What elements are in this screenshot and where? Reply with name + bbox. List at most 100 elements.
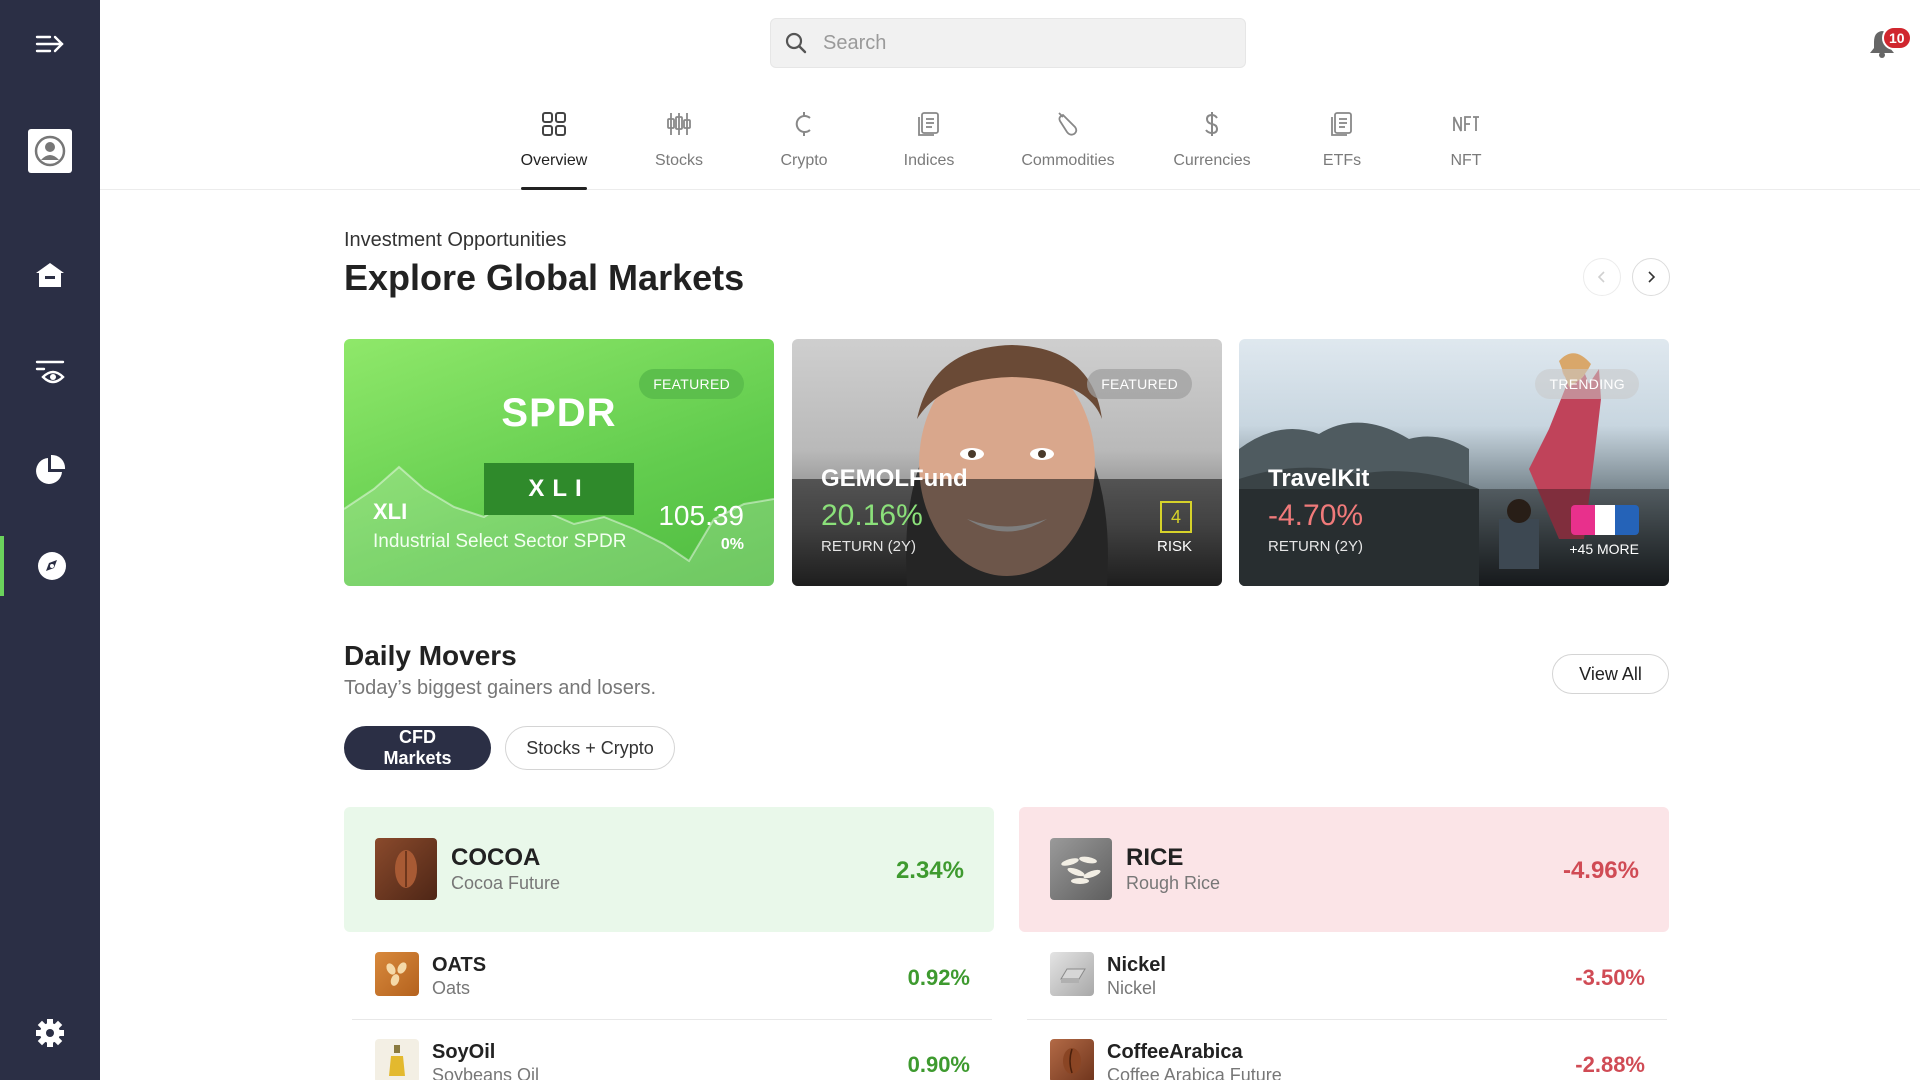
card-subtitle: Industrial Select Sector SPDR: [373, 531, 627, 552]
list-item[interactable]: CoffeeArabica Coffee Arabica Future -2.8…: [1027, 1019, 1667, 1080]
rice-thumbnail: [1050, 838, 1112, 900]
tab-nft[interactable]: NFT: [1411, 108, 1521, 190]
tab-label: Indices: [903, 152, 955, 169]
mover-name: Soybeans Oil: [432, 1065, 540, 1080]
home-button[interactable]: [0, 245, 100, 305]
compass-icon: [38, 552, 66, 580]
mover-change: 2.34%: [895, 857, 964, 884]
market-tabs: Overview Stocks Crypto Indices Commoditi…: [100, 100, 1920, 190]
notification-count-badge: 10: [1882, 26, 1912, 50]
grid-icon: [542, 112, 566, 136]
daily-movers-subtitle: Today’s biggest gainers and losers.: [344, 677, 657, 699]
card-price: 105.39: [658, 500, 744, 531]
tab-label: Currencies: [1173, 152, 1251, 169]
trending-card-travelkit[interactable]: TRENDING TravelKit -4.70% RETURN (2Y) +4…: [1239, 339, 1669, 586]
tab-crypto[interactable]: Crypto: [749, 108, 859, 190]
watchlist-button[interactable]: [0, 342, 100, 402]
view-all-button[interactable]: View All: [1552, 654, 1669, 694]
card-name: TravelKit: [1268, 465, 1370, 492]
mover-symbol: RICE: [1126, 844, 1184, 871]
cocoa-thumbnail: [375, 838, 437, 900]
chevron-right-icon: [1648, 271, 1656, 283]
tab-label: ETFs: [1322, 152, 1362, 169]
metal-bar-icon: [1060, 968, 1086, 983]
chevron-left-icon: [1597, 271, 1605, 283]
card-return-label: RETURN (2Y): [821, 538, 917, 555]
sidebar: [0, 0, 100, 1080]
tab-label: Overview: [520, 152, 588, 169]
nickel-thumbnail: [1050, 952, 1094, 996]
tab-indices[interactable]: Indices: [874, 108, 984, 190]
mover-name: Rough Rice: [1126, 873, 1221, 893]
user-icon: [34, 135, 66, 167]
mover-change: 0.90%: [907, 1052, 970, 1077]
tab-currencies[interactable]: Currencies: [1157, 108, 1267, 190]
portfolio-button[interactable]: [0, 440, 100, 500]
profile-button[interactable]: [0, 121, 100, 181]
list-item[interactable]: SoyOil Soybeans Oil 0.90%: [352, 1019, 992, 1080]
mover-name: Nickel: [1107, 978, 1157, 998]
mover-name: Oats: [432, 978, 471, 998]
tab-commodities[interactable]: Commodities: [1013, 108, 1123, 190]
top-gainer-card[interactable]: COCOA Cocoa Future 2.34%: [344, 807, 994, 932]
watchlist-eye-icon: [35, 360, 65, 384]
card-return: 20.16%: [821, 499, 923, 532]
oats-thumbnail: [375, 952, 419, 996]
featured-card-xli[interactable]: FEATURED SPDR XLI XLI Industrial Select …: [344, 339, 774, 586]
featured-card-gemolfund[interactable]: FEATURED GEMOLFund 20.16% RETURN (2Y) 4 …: [792, 339, 1222, 586]
candlestick-icon: [667, 113, 691, 135]
coffee-bean-icon: [1063, 1048, 1081, 1074]
card-name: GEMOLFund: [821, 465, 968, 492]
search-bar[interactable]: [770, 18, 1246, 68]
page-title: Explore Global Markets: [344, 257, 745, 298]
search-input[interactable]: [823, 31, 1223, 55]
card-symbol: XLI: [373, 499, 408, 524]
search-icon: [785, 32, 807, 54]
holdings-logos: [1571, 505, 1639, 535]
filter-stocks-crypto[interactable]: Stocks + Crypto: [505, 726, 675, 770]
settings-button[interactable]: [0, 1003, 100, 1063]
discover-button[interactable]: [0, 536, 100, 596]
top-loser-card[interactable]: RICE Rough Rice -4.96%: [1019, 807, 1669, 932]
mover-symbol: COCOA: [451, 844, 541, 871]
mover-change: -4.96%: [1562, 857, 1639, 884]
holding-logo: [1595, 505, 1615, 535]
home-icon: [36, 263, 64, 287]
expand-menu-button[interactable]: [0, 14, 100, 74]
oil-bottle-icon: [389, 1045, 405, 1076]
daily-movers-title: Daily Movers: [344, 640, 517, 671]
lyft-logo: [1571, 505, 1595, 535]
mover-name: Cocoa Future: [451, 873, 561, 893]
list-item[interactable]: Nickel Nickel -3.50%: [1027, 932, 1667, 1020]
document-icon: [918, 112, 939, 136]
section-eyebrow: Investment Opportunities: [344, 229, 567, 251]
mover-change: 0.92%: [907, 965, 970, 990]
nft-icon: [1453, 116, 1479, 132]
risk-label: RISK: [1156, 538, 1192, 555]
mover-change: -2.88%: [1575, 1052, 1645, 1077]
tab-label: NFT: [1450, 152, 1482, 169]
carousel-next-button[interactable]: [1632, 258, 1670, 296]
featured-badge: FEATURED: [1087, 369, 1192, 399]
soyoil-thumbnail: [375, 1039, 419, 1080]
tab-stocks[interactable]: Stocks: [624, 108, 734, 190]
list-item[interactable]: OATS Oats 0.92%: [352, 932, 992, 1020]
expand-arrow-icon: [35, 35, 64, 53]
carousel-prev-button[interactable]: [1583, 258, 1621, 296]
mover-symbol: OATS: [432, 954, 487, 976]
tab-overview[interactable]: Overview: [499, 108, 609, 190]
brand-logo: SPDR: [501, 391, 617, 435]
document-icon: [1331, 112, 1352, 136]
filter-cfd-markets[interactable]: CFD Markets: [344, 726, 491, 770]
mover-symbol: SoyOil: [432, 1041, 496, 1063]
avatar: [28, 129, 72, 173]
dollar-icon: [1205, 112, 1219, 136]
tab-etfs[interactable]: ETFs: [1287, 108, 1397, 190]
more-holdings: +45 MORE: [1569, 541, 1639, 557]
coffee-thumbnail: [1050, 1039, 1094, 1080]
oats-grain-icon: [386, 962, 407, 986]
tab-label: Commodities: [1021, 152, 1115, 169]
mover-change: -3.50%: [1575, 965, 1645, 990]
ticker-box: XLI: [484, 463, 634, 515]
pie-chart-icon: [36, 454, 66, 484]
